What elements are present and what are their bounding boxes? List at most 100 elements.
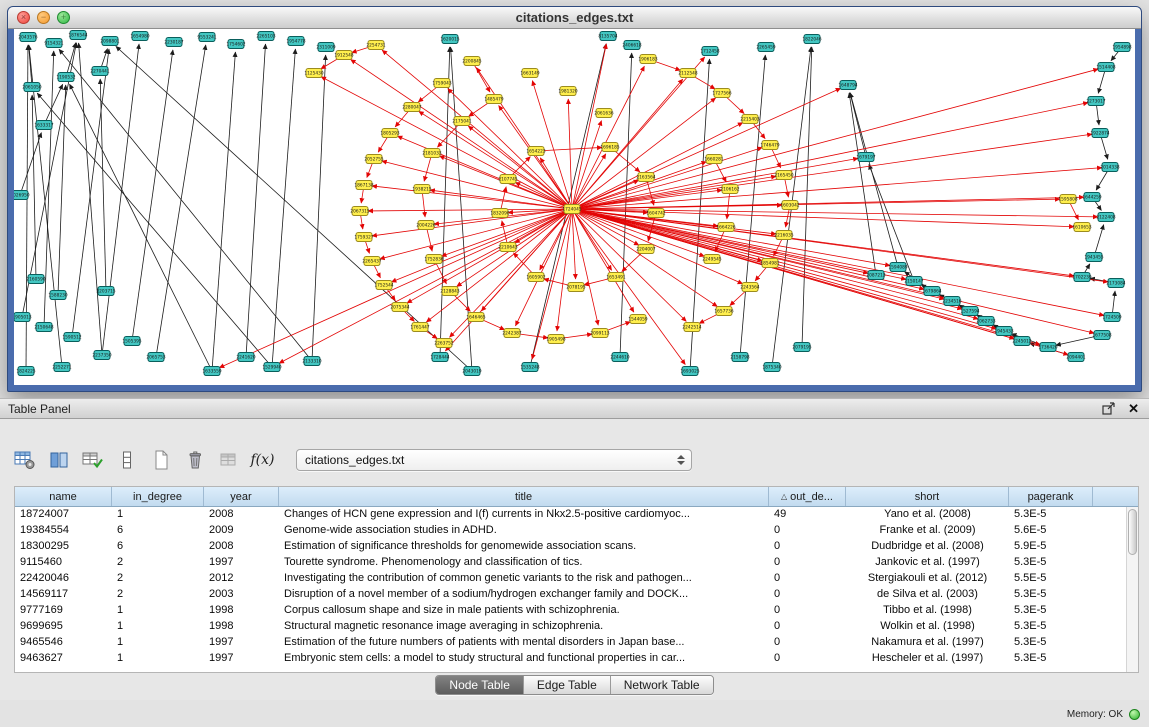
graph-node-label: 1505395	[122, 339, 141, 345]
cell-pagerank: 5.3E-5	[1009, 587, 1093, 603]
table-row[interactable]: 1938455462009Genome-wide association stu…	[15, 523, 1138, 539]
column-header-label: pagerank	[1028, 491, 1074, 503]
graph-node-label: 2160590	[26, 277, 45, 283]
show-columns-button[interactable]	[44, 447, 73, 474]
graph-node-label: 2099113	[590, 331, 609, 337]
window-titlebar[interactable]: × − + citations_edges.txt	[8, 7, 1141, 29]
graph-node-label: 2087213	[866, 273, 885, 279]
table-row[interactable]: 1830029562008Estimation of significance …	[15, 539, 1138, 555]
graph-node-label: 1805293	[380, 131, 399, 137]
graph-edge	[279, 209, 572, 363]
graph-node-label: 2150648	[34, 325, 53, 331]
graph-edge	[572, 69, 1098, 209]
float-panel-icon[interactable]	[1102, 402, 1116, 415]
graph-node-label: 2204007	[636, 247, 655, 253]
tab-node-table[interactable]: Node Table	[436, 676, 524, 694]
delete-table-button[interactable]	[180, 447, 209, 474]
graph-node-label: 1603042	[780, 203, 799, 209]
cell-short: de Silva et al. (2003)	[846, 587, 1009, 603]
table-row[interactable]: 1456911722003Disruption of a novel membe…	[15, 587, 1138, 603]
new-table-button[interactable]	[146, 447, 175, 474]
graph-node-label: 1679197	[856, 155, 875, 161]
function-builder-button[interactable]: f(x)	[248, 447, 277, 474]
graph-edge	[212, 52, 235, 371]
table-selector-dropdown[interactable]: citations_edges.txt	[296, 449, 692, 471]
graph-node-label: 1727566	[712, 91, 731, 97]
table-scrollbar[interactable]	[1126, 507, 1138, 672]
graph-edge	[272, 49, 295, 367]
graph-node-label: 2158798	[730, 355, 749, 361]
graph-node-label: 1514408	[1096, 65, 1115, 71]
graph-node-label: 2175041	[452, 119, 471, 125]
network-canvas[interactable]: 2043576915432118765442098801165498022301…	[14, 29, 1135, 385]
cell-in_degree: 2	[112, 587, 204, 603]
graph-node-label: 1912548	[334, 53, 353, 59]
table-row[interactable]: 946554611997Estimation of the future num…	[15, 635, 1138, 651]
graph-node-label: 2062733	[976, 319, 995, 325]
column-header-out_de[interactable]: △out_de...	[769, 487, 846, 506]
table-selector-value: citations_edges.txt	[297, 453, 673, 467]
zoom-window-button[interactable]: +	[57, 11, 70, 24]
table-settings-button[interactable]	[10, 447, 39, 474]
graph-node-label: 2210643	[498, 245, 517, 251]
table-row[interactable]: 946362711997Embryonic stem cells: a mode…	[15, 651, 1138, 667]
graph-edge	[572, 199, 1060, 209]
import-table-button[interactable]	[214, 447, 243, 474]
graph-edge	[26, 45, 28, 371]
graph-edge	[430, 190, 572, 209]
cell-out_de: 0	[769, 523, 846, 539]
graph-node-label: 2026950	[14, 193, 30, 199]
cell-title: Estimation of the future numbers of pati…	[279, 635, 769, 651]
graph-node-label: 2200845	[462, 59, 481, 65]
table-panel-body: f(x) citations_edges.txt namein_degreeye…	[0, 419, 1149, 700]
column-header-label: title	[515, 491, 532, 503]
close-panel-icon[interactable]: ✕	[1128, 402, 1139, 415]
table-body: 1872400712008Changes of HCN gene express…	[15, 507, 1138, 667]
minimize-window-button[interactable]: −	[37, 11, 50, 24]
cell-pagerank: 5.3E-5	[1009, 619, 1093, 635]
graph-node-label: 1677508	[1092, 333, 1111, 339]
cell-pagerank: 5.3E-5	[1009, 603, 1093, 619]
tab-edge-table[interactable]: Edge Table	[524, 676, 611, 694]
network-view[interactable]: 2043576915432118765442098801165498022301…	[14, 29, 1135, 385]
table-row[interactable]: 1872400712008Changes of HCN gene express…	[15, 507, 1138, 523]
close-window-button[interactable]: ×	[17, 11, 30, 24]
graph-edge	[572, 176, 776, 209]
column-header-title[interactable]: title	[279, 487, 769, 506]
trash-icon	[187, 450, 203, 470]
graph-edge	[468, 126, 572, 209]
table-row[interactable]: 977716911998Corpus callosum shape and si…	[15, 603, 1138, 619]
graph-node-label: 1728444	[430, 355, 449, 361]
column-header-in_degree[interactable]: in_degree	[112, 487, 204, 506]
graph-edge	[102, 44, 139, 355]
tab-network-table[interactable]: Network Table	[611, 676, 713, 694]
graph-node-label: 1736420	[1038, 345, 1057, 351]
table-row[interactable]: 2242004622012Investigating the contribut…	[15, 571, 1138, 587]
column-header-short[interactable]: short	[846, 487, 1009, 506]
graph-node-label: 2406618	[622, 43, 641, 49]
table-row[interactable]: 969969511998Structural magnetic resonanc…	[15, 619, 1138, 635]
graph-edge	[451, 47, 472, 371]
column-header-name[interactable]: name	[15, 487, 112, 506]
table-panel-header: Table Panel ✕	[0, 398, 1149, 419]
row-options-button[interactable]	[112, 447, 141, 474]
cell-title: Structural magnetic resonance image aver…	[279, 619, 769, 635]
table-scrollbar-thumb[interactable]	[1128, 509, 1137, 555]
graph-edge	[100, 79, 106, 291]
graph-edge	[79, 43, 102, 355]
graph-edge	[29, 45, 62, 367]
node-table: namein_degreeyear title △out_de...short pag…	[14, 486, 1139, 673]
graph-edge	[372, 186, 572, 209]
graph-node-label: 2078195	[566, 285, 585, 291]
column-header-pagerank[interactable]: pagerank	[1009, 487, 1093, 506]
graph-node-label: 2112548	[678, 71, 697, 77]
cell-title: Corpus callosum shape and size in male p…	[279, 603, 769, 619]
memory-ok-icon[interactable]	[1129, 709, 1140, 720]
cell-year: 1998	[204, 619, 279, 635]
graph-node-label: 1824225	[16, 369, 35, 375]
table-row[interactable]: 911546021997Tourette syndrome. Phenomeno…	[15, 555, 1138, 571]
edit-table-button[interactable]	[78, 447, 107, 474]
column-header-year[interactable]: year	[204, 487, 279, 506]
table-panel-title: Table Panel	[8, 402, 71, 416]
graph-node-label: 1945433	[994, 329, 1013, 335]
